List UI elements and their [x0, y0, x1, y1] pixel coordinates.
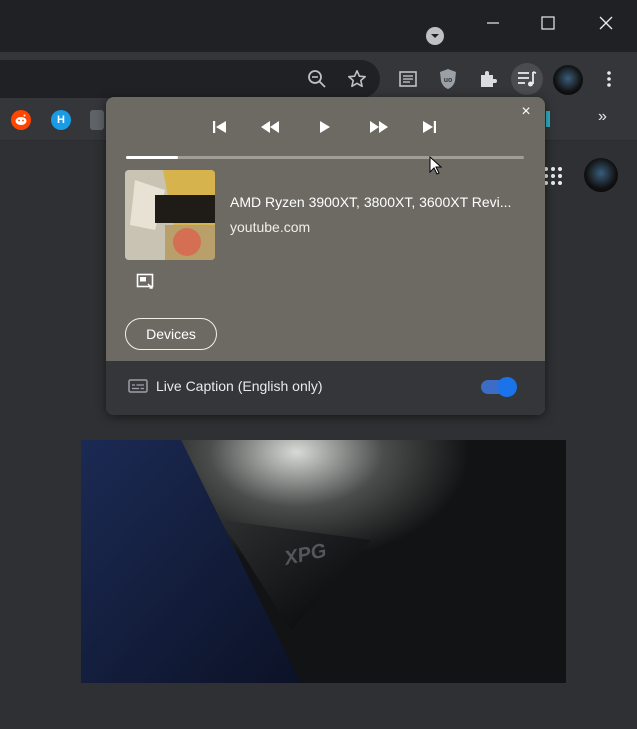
- more-vert-icon[interactable]: [596, 66, 622, 92]
- devices-button[interactable]: Devices: [125, 318, 217, 350]
- maximize-icon: [541, 16, 555, 30]
- play-button[interactable]: [312, 115, 338, 139]
- close-icon: [599, 16, 613, 30]
- reddit-icon[interactable]: [11, 110, 31, 130]
- minimize-button[interactable]: [478, 10, 508, 36]
- page-avatar[interactable]: [584, 158, 618, 192]
- bookmark-partial-icon[interactable]: [546, 111, 550, 127]
- progress-bar[interactable]: [126, 156, 524, 159]
- svg-text:uo: uo: [444, 77, 453, 84]
- video-artwork: XPG: [81, 440, 566, 683]
- apps-grid-icon[interactable]: [543, 166, 563, 186]
- media-controls-button[interactable]: [511, 63, 543, 95]
- tab-search-button[interactable]: [426, 27, 444, 45]
- video-thumbnail[interactable]: XPG: [81, 440, 566, 683]
- track-source: youtube.com: [230, 219, 311, 235]
- track-title: AMD Ryzen 3900XT, 3800XT, 3600XT Revi...: [230, 194, 512, 210]
- bookmark-h-label: H: [57, 114, 65, 126]
- live-caption-bar: Live Caption (English only): [106, 361, 545, 415]
- avatar[interactable]: [553, 65, 583, 95]
- seek-backward-button[interactable]: [257, 115, 283, 139]
- title-bar: [0, 0, 637, 52]
- maximize-button[interactable]: [533, 10, 563, 36]
- track-artwork: [125, 170, 215, 260]
- rewind-icon: [261, 121, 279, 133]
- picture-in-picture-icon: [136, 273, 154, 289]
- chevron-down-icon: [431, 34, 439, 38]
- next-track-button[interactable]: [417, 115, 443, 139]
- live-caption-toggle-knob[interactable]: [497, 377, 517, 397]
- minimize-icon: [487, 22, 499, 24]
- skip-next-icon: [423, 121, 436, 133]
- media-controls-icon: [518, 71, 537, 87]
- playback-controls: [106, 113, 545, 141]
- skip-previous-icon: [213, 121, 226, 133]
- seek-forward-button[interactable]: [366, 115, 392, 139]
- play-icon: [320, 121, 330, 133]
- captions-icon: [128, 379, 148, 393]
- live-caption-label: Live Caption (English only): [156, 378, 323, 394]
- ublock-icon[interactable]: uo: [435, 66, 461, 92]
- media-controls-dialog: × AMD Ryzen 3900XT, 3800XT, 3600XT Revi.…: [106, 97, 545, 415]
- reading-list-icon[interactable]: [395, 66, 421, 92]
- bookmark-icon[interactable]: [90, 110, 104, 130]
- bookmark-h[interactable]: H: [51, 110, 71, 130]
- extensions-icon[interactable]: [475, 66, 501, 92]
- zoom-out-icon[interactable]: [304, 66, 330, 92]
- bookmarks-overflow-button[interactable]: »: [598, 108, 607, 126]
- picture-in-picture-button[interactable]: [136, 273, 156, 291]
- cursor-icon: [429, 156, 443, 175]
- progress-fill: [126, 156, 178, 159]
- star-icon[interactable]: [344, 66, 370, 92]
- previous-track-button[interactable]: [206, 115, 232, 139]
- close-window-button[interactable]: [591, 10, 621, 36]
- fast-forward-icon: [370, 121, 388, 133]
